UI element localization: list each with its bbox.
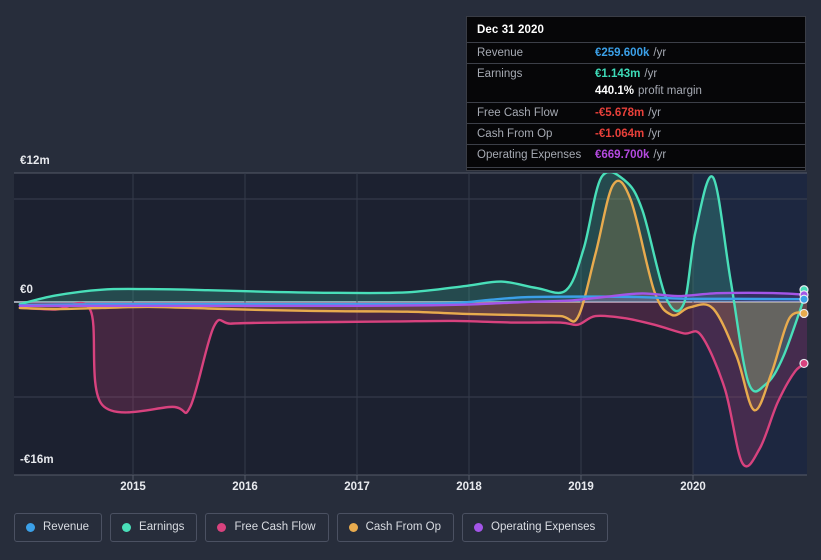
legend-dot-operating-expenses xyxy=(474,523,484,532)
tooltip-unit-profit-margin: profit margin xyxy=(638,85,702,97)
tooltip-value-operating-expenses: €669.700k xyxy=(595,149,650,161)
tooltip-value-profit-margin: 440.1% xyxy=(595,85,635,97)
x-axis-label-2020: 2020 xyxy=(680,481,706,493)
x-axis-label-2015: 2015 xyxy=(120,481,146,493)
tooltip-unit-operating-expenses: /yr xyxy=(653,149,667,161)
endpoint-marker-free-cash-flow xyxy=(799,358,809,369)
tooltip-unit-cash-from-op: /yr xyxy=(648,128,662,140)
x-axis-label-2017: 2017 xyxy=(344,481,370,493)
legend-dot-revenue xyxy=(26,523,35,532)
tooltip-label-earnings: Earnings xyxy=(477,68,523,80)
legend-item-free-cash-flow[interactable]: Free Cash Flow xyxy=(205,513,329,542)
x-axis-ticks xyxy=(132,475,694,480)
tooltip-bottom-divider xyxy=(467,167,805,168)
tooltip-value-revenue: €259.600k xyxy=(595,47,650,59)
legend-item-earnings[interactable]: Earnings xyxy=(110,513,198,542)
legend-item-operating-expenses[interactable]: Operating Expenses xyxy=(462,513,609,542)
endpoint-marker-revenue xyxy=(799,294,809,304)
legend-label-revenue: Revenue xyxy=(43,521,90,533)
tooltip-title: Dec 31 2020 xyxy=(477,24,544,36)
legend-label-free-cash-flow: Free Cash Flow xyxy=(234,521,316,533)
tooltip-unit-earnings: /yr xyxy=(644,68,658,80)
tooltip-value-cash-from-op: -€1.064m xyxy=(595,128,645,140)
financial-chart-widget: €12m €0 -€16m 2015 2016 2017 2018 2019 2… xyxy=(0,0,821,560)
data-tooltip: Dec 31 2020 Revenue €259.600k /yr Earnin… xyxy=(466,16,806,171)
legend-label-earnings: Earnings xyxy=(139,521,185,533)
legend-item-cash-from-op[interactable]: Cash From Op xyxy=(336,513,455,542)
tooltip-value-earnings: €1.143m xyxy=(595,68,641,80)
y-axis-label-zero: €0 xyxy=(20,284,33,296)
tooltip-unit-free-cash-flow: /yr xyxy=(648,107,662,119)
tooltip-label-revenue: Revenue xyxy=(477,47,524,59)
legend-dot-earnings xyxy=(122,523,132,532)
legend-item-revenue[interactable]: Revenue xyxy=(14,513,103,542)
tooltip-row-earnings: Earnings €1.143m /yr xyxy=(467,63,805,84)
endpoint-marker-cash-from-op xyxy=(799,308,809,319)
tooltip-row-revenue: Revenue €259.600k /yr xyxy=(467,42,805,63)
legend-label-operating-expenses: Operating Expenses xyxy=(491,521,596,533)
chart-legend: Revenue Earnings Free Cash Flow Cash Fro… xyxy=(14,513,609,542)
tooltip-label-cash-from-op: Cash From Op xyxy=(477,128,553,140)
x-axis-label-2016: 2016 xyxy=(232,481,258,493)
tooltip-unit-revenue: /yr xyxy=(653,47,667,59)
tooltip-row-cash-from-op: Cash From Op -€1.064m /yr xyxy=(467,123,805,144)
y-axis-label-top: €12m xyxy=(20,155,50,167)
tooltip-row-free-cash-flow: Free Cash Flow -€5.678m /yr xyxy=(467,102,805,123)
legend-dot-cash-from-op xyxy=(348,523,358,532)
y-axis-label-bottom: -€16m xyxy=(20,454,54,466)
tooltip-value-free-cash-flow: -€5.678m xyxy=(595,107,645,119)
legend-dot-free-cash-flow xyxy=(217,523,227,532)
tooltip-row-profit-margin: 440.1% profit margin xyxy=(467,84,805,102)
tooltip-row-operating-expenses: Operating Expenses €669.700k /yr xyxy=(467,144,805,165)
x-axis-label-2018: 2018 xyxy=(456,481,482,493)
tooltip-label-free-cash-flow: Free Cash Flow xyxy=(477,107,559,119)
legend-label-cash-from-op: Cash From Op xyxy=(365,521,442,533)
x-axis-label-2019: 2019 xyxy=(568,481,594,493)
tooltip-label-operating-expenses: Operating Expenses xyxy=(477,149,582,161)
